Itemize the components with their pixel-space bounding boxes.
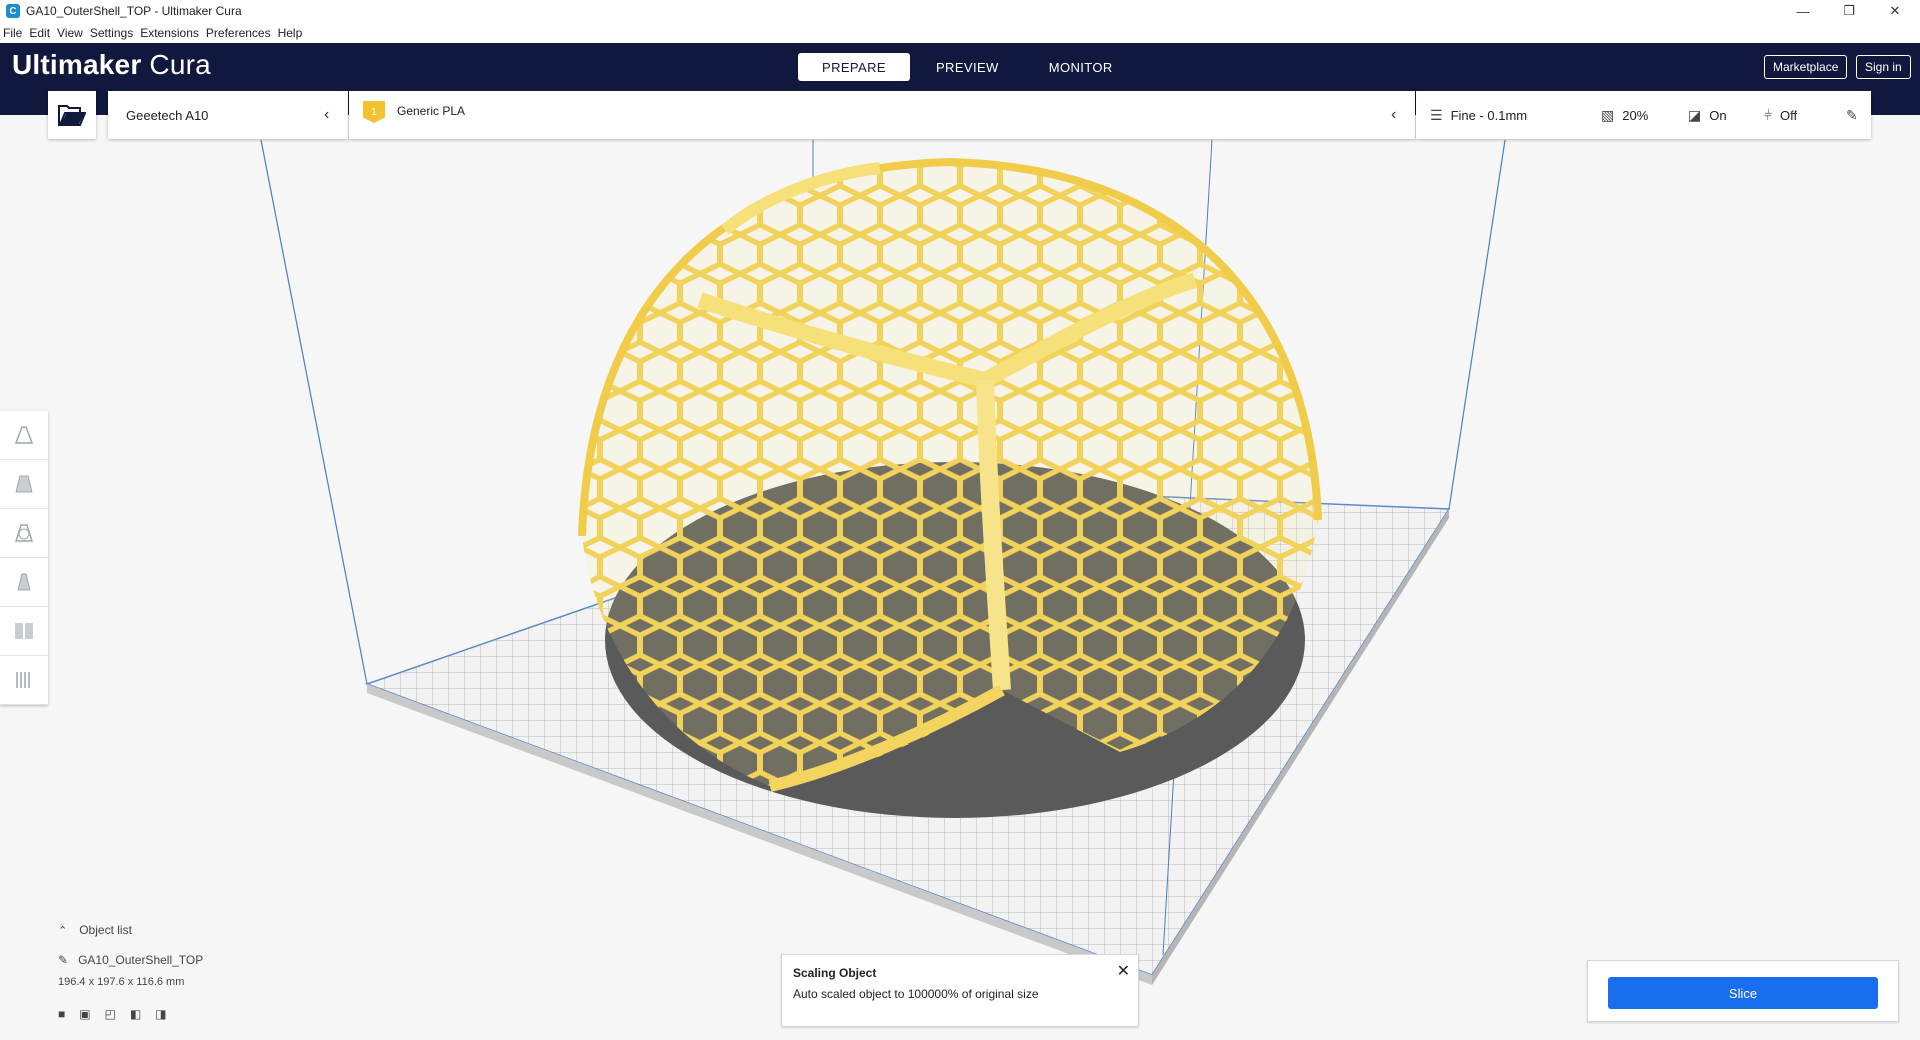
chevron-left-icon: ‹ [1391,106,1397,123]
close-icon: ✕ [1889,3,1901,18]
menu-bar: File Edit View Settings Extensions Prefe… [0,22,1920,43]
material-selector[interactable]: 1 Generic PLA ‹ [349,91,1415,139]
right-view-icon[interactable]: ◨ [155,1007,166,1021]
top-view-icon[interactable]: ◰ [105,1007,116,1021]
build-volume-scene [260,139,1506,985]
object-list-header: Object list [79,923,132,937]
profile-icon: ☰ [1430,106,1443,123]
open-file-button[interactable] [48,91,96,139]
extruder-badge-icon: 1 [363,101,385,123]
tool-strip [0,411,48,705]
minimize-button[interactable]: — [1780,0,1826,22]
material-name: Generic PLA [397,104,466,118]
tab-preview[interactable]: PREVIEW [912,53,1023,81]
restore-icon: ❐ [1843,3,1855,18]
folder-open-icon [58,105,86,126]
marketplace-button[interactable]: Marketplace [1764,55,1848,79]
front-view-icon[interactable]: ▣ [79,1007,90,1021]
minimize-icon: — [1796,3,1810,19]
support-value: On [1709,107,1727,123]
support-blocker-icon [16,672,30,688]
slice-panel: Slice [1587,960,1899,1022]
printer-name: Geeetech A10 [126,107,209,123]
stage-tabs: PREPARE PREVIEW MONITOR [798,53,1139,81]
ultimaker-cura-logo: Ultimaker Cura [12,49,211,80]
support-blocker-tool[interactable] [0,656,48,705]
sign-in-button[interactable]: Sign in [1856,55,1911,79]
menu-file[interactable]: File [3,26,22,40]
pencil-icon: ✎ [1846,106,1858,123]
slice-button[interactable]: Slice [1608,977,1878,1009]
profile-setting: ☰ Fine - 0.1mm [1430,91,1527,139]
support-icon: ◪ [1688,106,1702,123]
adhesion-setting: ⫩ Off [1764,91,1797,139]
restore-button[interactable]: ❐ [1826,0,1872,22]
object-list-panel: ⌃ Object list ✎ GA10_OuterShell_TOP 196.… [58,920,203,1024]
object-dimensions: 196.4 x 197.6 x 116.6 mm [58,976,185,988]
view-orientation-buttons: ■ ▣ ◰ ◧ ◨ [58,1004,203,1024]
chevron-up-icon: ⌃ [58,924,68,937]
profile-value: Fine - 0.1mm [1450,107,1528,123]
move-icon [14,426,34,444]
window-title: GA10_OuterShell_TOP - Ultimaker Cura [26,4,242,18]
infill-icon: ▧ [1601,106,1615,123]
menu-help[interactable]: Help [278,26,303,40]
scale-tool[interactable] [0,460,48,509]
3d-viewport[interactable] [0,115,1920,1040]
mirror-icon [17,573,31,591]
rotate-icon [14,524,34,542]
menu-edit[interactable]: Edit [29,26,50,40]
3d-view-icon[interactable]: ■ [58,1007,65,1021]
tab-monitor[interactable]: MONITOR [1025,53,1137,81]
object-list-toggle[interactable]: ⌃ Object list [58,920,203,940]
mirror-tool[interactable] [0,558,48,607]
tab-prepare[interactable]: PREPARE [798,53,910,81]
scaling-message: Scaling Object Auto scaled object to 100… [781,954,1139,1027]
message-title: Scaling Object [793,966,877,980]
message-body: Auto scaled object to 100000% of origina… [793,987,1039,1001]
object-name: GA10_OuterShell_TOP [78,953,204,967]
menu-view[interactable]: View [57,26,83,40]
left-view-icon[interactable]: ◧ [130,1007,141,1021]
adhesion-value: Off [1780,107,1798,123]
close-icon[interactable]: ✕ [1117,961,1130,981]
printer-selector[interactable]: Geeetech A10 ‹ [108,91,348,139]
cura-app-icon: C [6,4,20,18]
infill-value: 20% [1622,107,1649,123]
rotate-tool[interactable] [0,509,48,558]
move-tool[interactable] [0,411,48,460]
chevron-left-icon: ‹ [324,106,330,123]
object-name-row[interactable]: ✎ GA10_OuterShell_TOP [58,950,203,970]
scale-icon [15,475,33,493]
menu-extensions[interactable]: Extensions [140,26,199,40]
pencil-icon: ✎ [58,953,69,967]
adhesion-icon: ⫩ [1764,106,1773,123]
menu-preferences[interactable]: Preferences [206,26,271,40]
window-title-bar: C GA10_OuterShell_TOP - Ultimaker Cura —… [0,0,1920,22]
custom-settings-button[interactable]: ✎ [1846,91,1866,139]
menu-settings[interactable]: Settings [90,26,133,40]
print-settings-selector[interactable]: ☰ Fine - 0.1mm ▧ 20% ◪ On ⫩ Off ✎ [1416,91,1871,139]
support-setting: ◪ On [1688,91,1727,139]
per-model-settings-tool[interactable] [0,607,48,656]
per-model-settings-icon [15,623,33,639]
infill-setting: ▧ 20% [1601,91,1648,139]
close-window-button[interactable]: ✕ [1872,0,1918,22]
